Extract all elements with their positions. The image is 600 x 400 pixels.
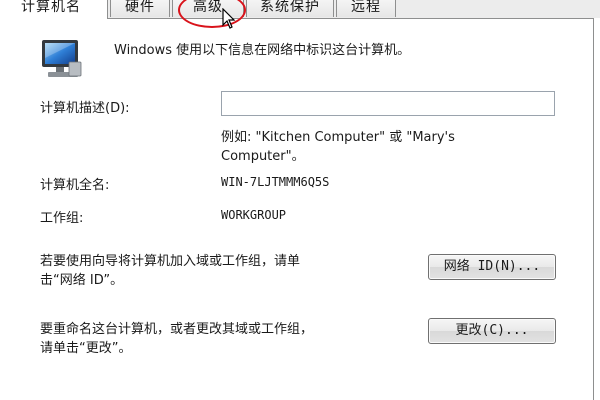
- network-id-button[interactable]: 网络 ID(N)...: [428, 254, 556, 280]
- description-label: 计算机描述(D):: [40, 101, 130, 116]
- network-text-line-2: 击“网络 ID”。: [40, 273, 124, 288]
- tab-system-protection[interactable]: 系统保护: [246, 0, 334, 17]
- rename-text-line-1: 要重命名这台计算机，或者更改其域或工作组，: [40, 322, 314, 337]
- full-name-label: 计算机全名:: [40, 178, 110, 193]
- example-line-2: Computer"。: [221, 149, 305, 164]
- tab-bar: 计算机名 硬件 高级 系统保护 远程: [0, 0, 600, 19]
- tab-hardware[interactable]: 硬件: [110, 0, 170, 17]
- network-text-line-1: 若要使用向导将计算机加入域或工作组，请单: [40, 254, 301, 269]
- intro-text: Windows 使用以下信息在网络中标识这台计算机。: [114, 43, 411, 58]
- computer-monitor-icon: [42, 40, 82, 77]
- change-button[interactable]: 更改(C)...: [428, 318, 556, 344]
- tab-remote[interactable]: 远程: [336, 0, 396, 17]
- description-input[interactable]: [221, 91, 555, 116]
- workgroup-value: WORKGROUP: [221, 208, 287, 222]
- example-line-1: 例如: "Kitchen Computer" 或 "Mary's: [221, 130, 455, 145]
- mouse-pointer-icon: [222, 8, 236, 29]
- full-name-value: WIN-7LJTMMM6Q5S: [221, 175, 330, 189]
- tab-computer-name[interactable]: 计算机名: [0, 0, 108, 19]
- rename-text-line-2: 请单击“更改”。: [40, 341, 132, 356]
- workgroup-label: 工作组:: [40, 211, 84, 226]
